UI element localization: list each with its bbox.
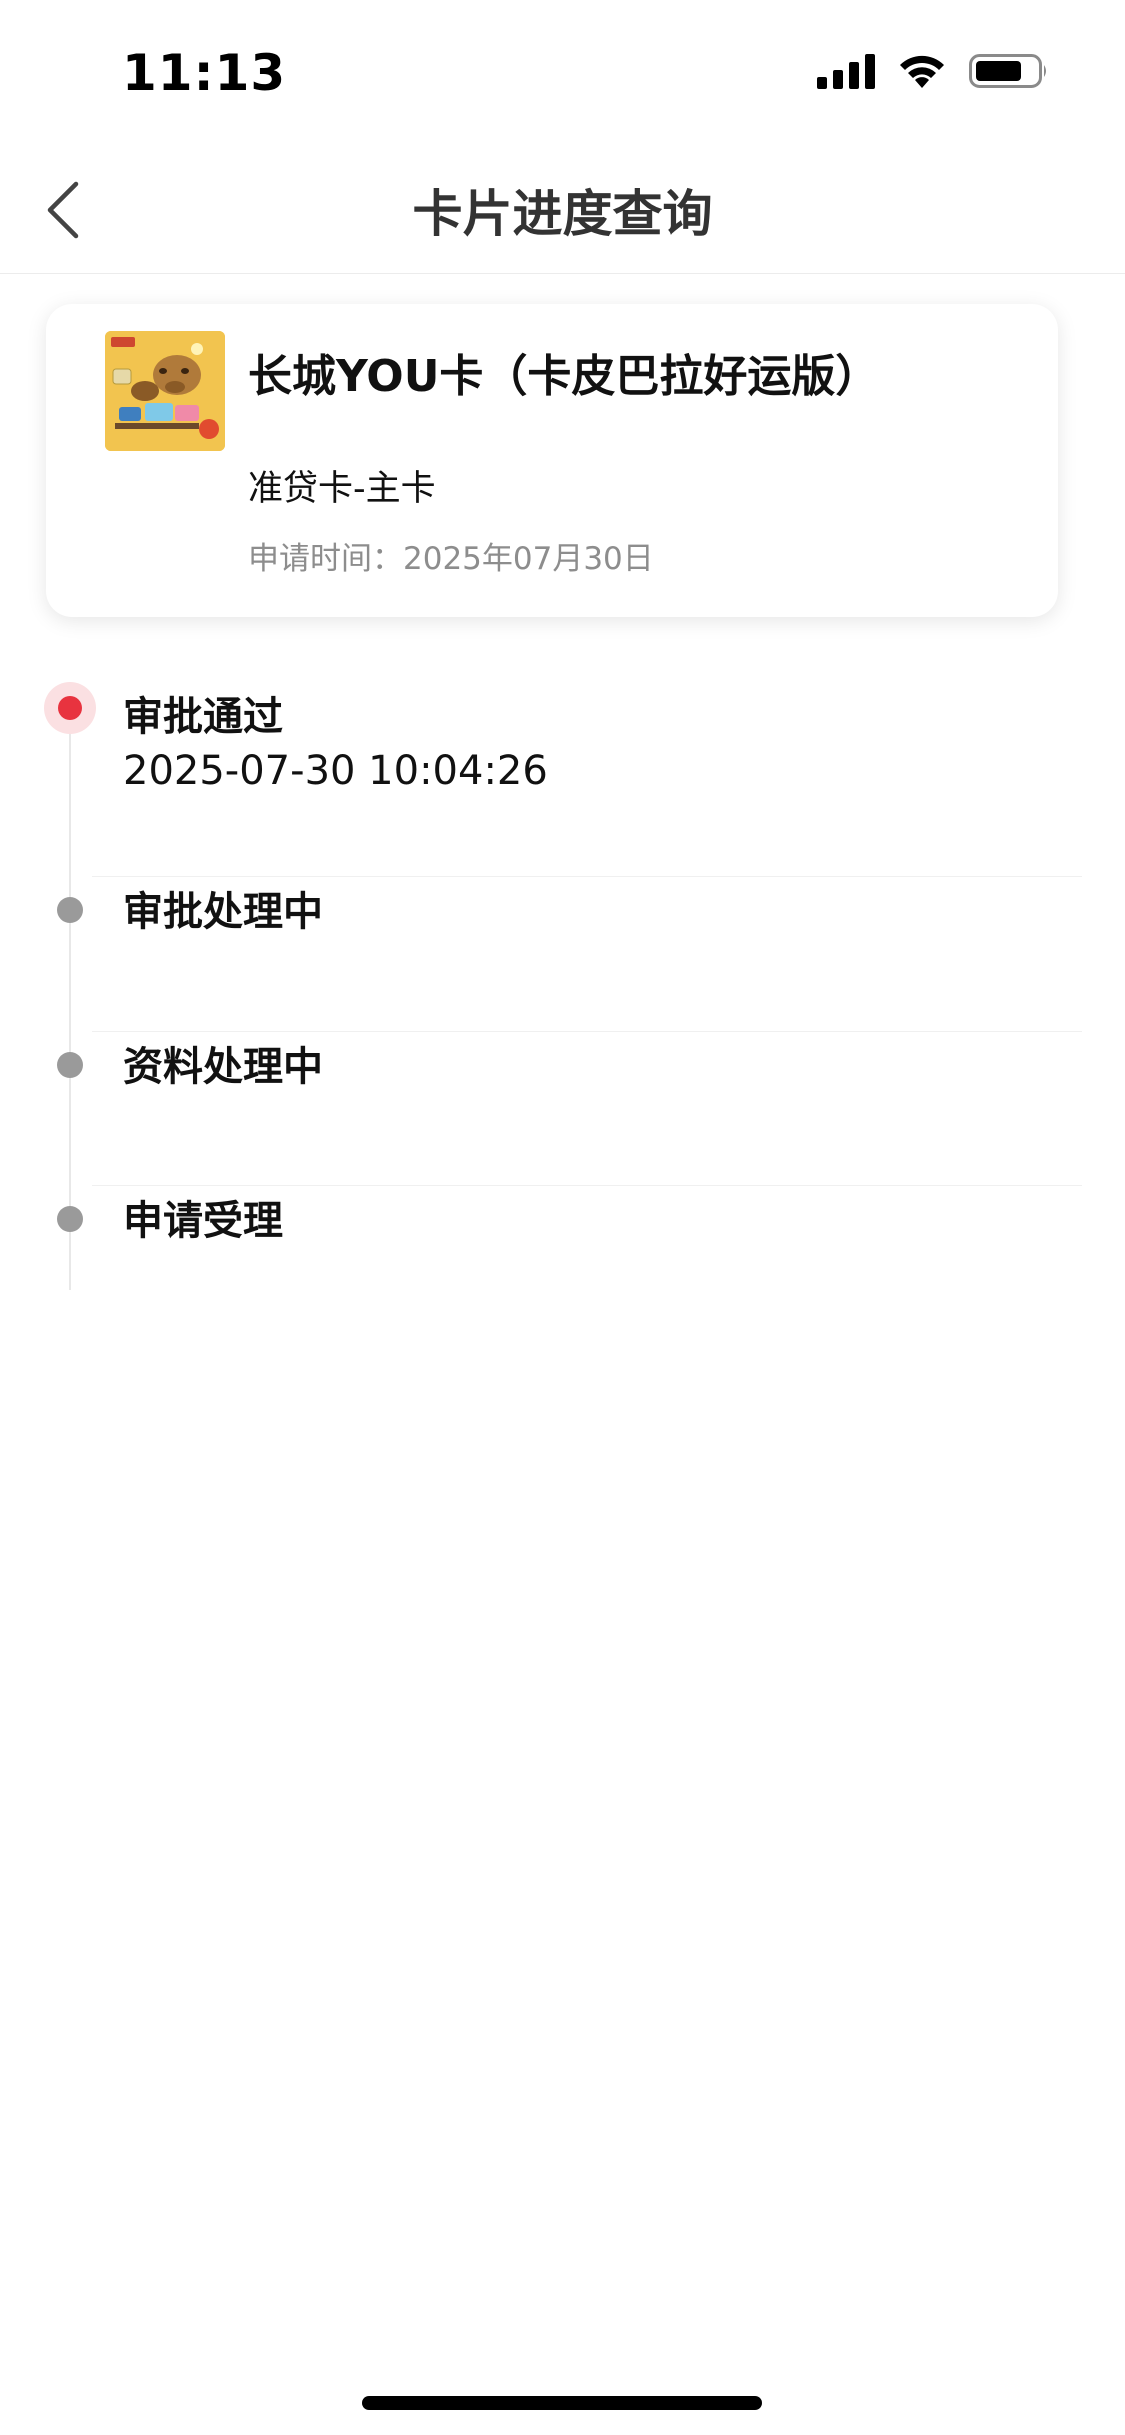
status-bar: 11:13 — [0, 0, 1125, 140]
capybara-card-art — [105, 331, 225, 451]
apply-date: 申请时间：2025年07月30日 — [248, 541, 654, 577]
wifi-icon — [900, 55, 944, 88]
home-indicator[interactable] — [362, 2396, 762, 2410]
divider — [92, 876, 1082, 877]
step-label: 资料处理中 — [123, 1044, 323, 1090]
pending-dot-icon — [57, 1052, 83, 1078]
card-image — [105, 331, 225, 451]
pending-dot-icon — [57, 1206, 83, 1232]
battery-icon — [969, 54, 1046, 88]
status-icons — [817, 52, 1049, 90]
divider — [92, 1185, 1082, 1186]
step-label: 审批通过 — [123, 694, 283, 740]
card-name: 长城YOU卡（卡皮巴拉好运版） — [248, 351, 880, 402]
cellular-signal-icon — [817, 53, 875, 89]
active-dot-icon — [44, 682, 96, 734]
step-label: 审批处理中 — [123, 889, 323, 935]
status-time: 11:13 — [122, 44, 287, 102]
step-time: 2025-07-30 10:04:26 — [123, 748, 548, 794]
step-label: 申请受理 — [123, 1198, 283, 1244]
card-info-panel: 长城YOU卡（卡皮巴拉好运版） 准贷卡-主卡 申请时间：2025年07月30日 — [46, 304, 1058, 617]
screen: 11:13 卡片进度查询 长城YOU卡（卡皮巴拉好运版） 准贷卡-主卡 申请时间… — [0, 0, 1125, 2435]
timeline-line — [69, 710, 71, 1290]
card-type: 准贷卡-主卡 — [248, 469, 436, 509]
pending-dot-icon — [57, 897, 83, 923]
nav-bar: 卡片进度查询 — [0, 140, 1125, 274]
page-title: 卡片进度查询 — [412, 185, 713, 243]
divider — [92, 1031, 1082, 1032]
